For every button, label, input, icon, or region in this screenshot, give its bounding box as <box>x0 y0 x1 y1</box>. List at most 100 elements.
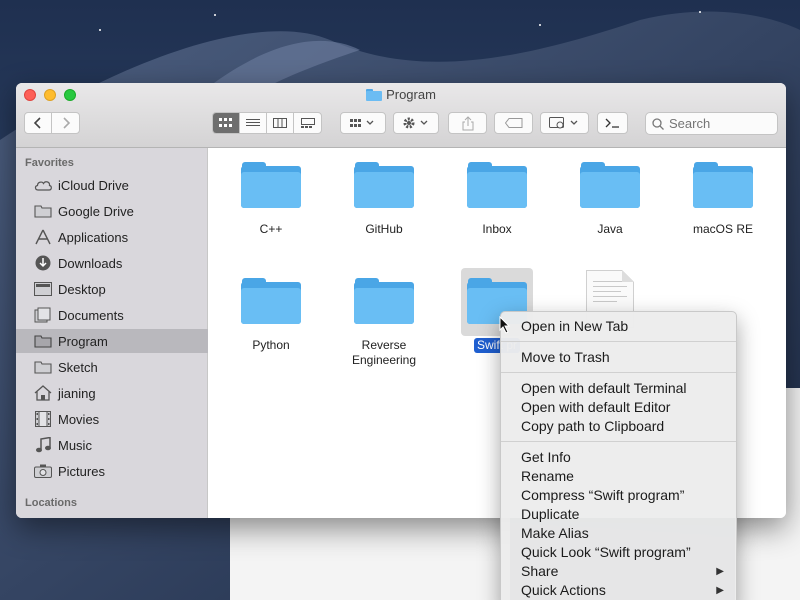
menu-item-open-in-new-tab[interactable]: Open in New Tab <box>501 317 736 336</box>
folder-icon <box>33 203 52 219</box>
applications-icon <box>33 229 52 245</box>
mouse-cursor-icon <box>499 316 511 334</box>
sidebar-item-movies[interactable]: Movies <box>16 407 208 431</box>
item-label: Java <box>597 222 623 236</box>
folder-icon <box>366 88 383 101</box>
menu-item-label: Make Alias <box>521 525 589 541</box>
sidebar-item-pictures[interactable]: Pictures <box>16 459 208 483</box>
sidebar-item-label: Sketch <box>58 359 98 375</box>
folder-icon <box>466 160 528 210</box>
item-label: GitHub <box>365 222 403 236</box>
item-label: Python <box>252 338 290 352</box>
sidebar-item-label: iCloud Drive <box>58 177 129 193</box>
group-by-button[interactable] <box>340 112 386 134</box>
list-view-icon <box>246 119 260 126</box>
chevron-right-icon <box>62 117 70 129</box>
submenu-arrow-icon: ▶ <box>716 566 724 577</box>
menu-item-label: Quick Actions <box>521 582 606 598</box>
menu-item-move-to-trash[interactable]: Move to Trash <box>501 348 736 367</box>
drive-icon <box>548 117 577 129</box>
terminal-button[interactable] <box>597 112 628 134</box>
folder-item-java[interactable]: Java <box>560 160 660 237</box>
sidebar-item-program[interactable]: Program <box>16 329 208 353</box>
action-button[interactable] <box>393 112 439 134</box>
sidebar-item-label: Desktop <box>58 281 106 297</box>
terminal-icon <box>605 118 619 128</box>
item-label: Reverse Engineering <box>351 338 417 367</box>
folder-icon <box>579 160 641 210</box>
item-label: C++ <box>259 222 283 236</box>
back-button[interactable] <box>25 113 52 133</box>
menu-item-share[interactable]: Share ▶ <box>501 562 736 581</box>
sidebar-item-downloads[interactable]: Downloads <box>16 251 208 275</box>
menu-item-quick-look[interactable]: Quick Look “Swift program” <box>501 543 736 562</box>
music-icon <box>33 437 52 453</box>
context-menu: Open in New Tab Move to Trash Open with … <box>500 311 737 600</box>
sidebar-item-documents[interactable]: Documents <box>16 303 208 327</box>
sidebar-item-desktop[interactable]: Desktop <box>16 277 208 301</box>
item-label: Inbox <box>482 222 512 236</box>
title-bar: Program <box>16 83 786 148</box>
menu-item-label: Get Info <box>521 449 571 465</box>
sidebar-item-label: Documents <box>58 307 124 323</box>
menu-item-label: Compress “Swift program” <box>521 487 685 503</box>
sidebar-heading-locations: Locations <box>25 497 77 509</box>
sidebar-heading-favorites: Favorites <box>25 157 74 169</box>
navigation-buttons <box>24 112 80 134</box>
sidebar-item-music[interactable]: Music <box>16 433 208 457</box>
forward-button[interactable] <box>52 113 79 133</box>
menu-item-label: Share <box>521 563 559 579</box>
list-view-button[interactable] <box>240 113 267 133</box>
folder-item-macos-re[interactable]: macOS RE <box>673 160 773 237</box>
tag-icon <box>504 118 522 128</box>
submenu-arrow-icon: ▶ <box>716 585 724 596</box>
menu-item-get-info[interactable]: Get Info <box>501 448 736 467</box>
menu-separator <box>501 341 736 342</box>
tags-button[interactable] <box>494 112 533 134</box>
menu-item-rename[interactable]: Rename <box>501 467 736 486</box>
menu-item-open-default-terminal[interactable]: Open with default Terminal <box>501 379 736 398</box>
folder-icon <box>33 333 52 349</box>
menu-item-copy-path[interactable]: Copy path to Clipboard <box>501 417 736 436</box>
folder-item-cpp[interactable]: C++ <box>221 160 321 237</box>
folder-icon <box>240 276 302 326</box>
sidebar-item-icloud-drive[interactable]: iCloud Drive <box>16 173 208 197</box>
search-input[interactable] <box>669 116 769 131</box>
home-icon <box>33 385 52 401</box>
folder-icon <box>33 359 52 375</box>
menu-item-compress[interactable]: Compress “Swift program” <box>501 486 736 505</box>
folder-item-github[interactable]: GitHub <box>334 160 434 237</box>
menu-item-make-alias[interactable]: Make Alias <box>501 524 736 543</box>
folder-item-inbox[interactable]: Inbox <box>447 160 547 237</box>
icon-view-icon <box>219 118 232 127</box>
sidebar-item-applications[interactable]: Applications <box>16 225 208 249</box>
gallery-view-button[interactable] <box>294 113 321 133</box>
menu-separator <box>501 441 736 442</box>
folder-item-python[interactable]: Python <box>221 276 321 353</box>
menu-item-quick-actions[interactable]: Quick Actions ▶ <box>501 581 736 600</box>
menu-item-label: Open with default Terminal <box>521 380 687 396</box>
window-title: Program <box>16 87 786 102</box>
sidebar-item-jianing[interactable]: jianing <box>16 381 208 405</box>
share-button[interactable] <box>448 112 487 134</box>
folder-icon <box>353 160 415 210</box>
share-icon <box>462 115 473 130</box>
sidebar-item-label: Google Drive <box>58 203 134 219</box>
gallery-view-icon <box>300 118 315 128</box>
column-view-button[interactable] <box>267 113 294 133</box>
camera-icon <box>33 463 52 479</box>
sidebar-item-label: Movies <box>58 411 100 427</box>
group-icon <box>350 119 374 127</box>
chevron-left-icon <box>33 117 41 129</box>
path-dropdown-button[interactable] <box>540 112 589 134</box>
folder-item-reverse-engineering[interactable]: Reverse Engineering <box>334 276 434 368</box>
menu-item-label: Rename <box>521 468 574 484</box>
sidebar-item-sketch[interactable]: Sketch <box>16 355 208 379</box>
menu-item-label: Copy path to Clipboard <box>521 418 665 434</box>
sidebar-item-google-drive[interactable]: Google Drive <box>16 199 208 223</box>
menu-item-duplicate[interactable]: Duplicate <box>501 505 736 524</box>
menu-item-open-default-editor[interactable]: Open with default Editor <box>501 398 736 417</box>
search-field[interactable] <box>645 112 778 135</box>
cloud-icon <box>33 177 52 193</box>
icon-view-button[interactable] <box>213 113 240 133</box>
